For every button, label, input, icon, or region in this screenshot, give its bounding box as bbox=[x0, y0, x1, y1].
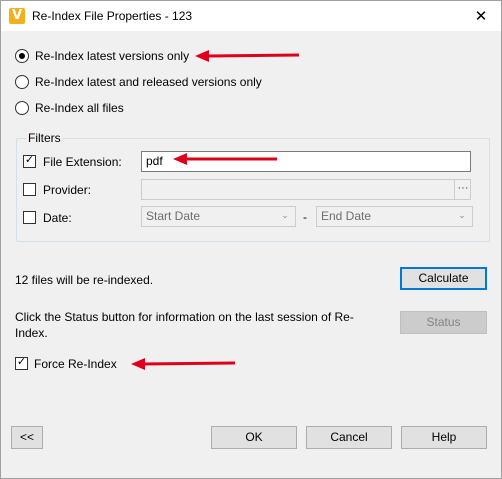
title-bar: V Re-Index File Properties - 123 ✕ bbox=[1, 1, 501, 31]
radio-all-files-label[interactable]: Re-Index all files bbox=[35, 101, 124, 115]
check-icon: ✓ bbox=[24, 153, 35, 166]
force-reindex-checkbox[interactable]: ✓ bbox=[15, 355, 28, 370]
vault-app-icon: V bbox=[9, 8, 25, 24]
force-reindex-label[interactable]: Force Re-Index bbox=[34, 357, 117, 371]
date-checkbox[interactable] bbox=[23, 211, 36, 224]
radio-latest-versions[interactable] bbox=[15, 49, 29, 63]
end-date-dropdown[interactable]: End Date ⌄ bbox=[316, 206, 473, 227]
reindex-dialog: V Re-Index File Properties - 123 ✕ Re-In… bbox=[0, 0, 502, 479]
annotation-arrow-icon bbox=[195, 50, 300, 62]
end-date-placeholder: End Date bbox=[321, 209, 372, 223]
status-button[interactable]: Status bbox=[400, 311, 487, 334]
provider-checkbox[interactable] bbox=[23, 183, 36, 196]
check-icon: ✓ bbox=[16, 355, 27, 368]
annotation-arrow-icon bbox=[173, 153, 277, 165]
filters-group-title: Filters bbox=[26, 131, 63, 145]
ok-button[interactable]: OK bbox=[211, 426, 297, 449]
help-button[interactable]: Help bbox=[401, 426, 487, 449]
annotation-arrow-icon bbox=[131, 358, 236, 370]
provider-input[interactable] bbox=[141, 179, 471, 200]
chevron-down-icon: ⌄ bbox=[458, 211, 466, 221]
chevron-down-icon: ⌄ bbox=[281, 211, 289, 221]
status-info-message: Click the Status button for information … bbox=[15, 310, 354, 340]
start-date-dropdown[interactable]: Start Date ⌄ bbox=[141, 206, 296, 227]
radio-latest-released-label[interactable]: Re-Index latest and released versions on… bbox=[35, 75, 262, 89]
radio-latest-versions-label[interactable]: Re-Index latest versions only bbox=[35, 49, 189, 63]
date-range-separator: - bbox=[303, 210, 307, 224]
date-label: Date: bbox=[43, 211, 72, 225]
collapse-button[interactable]: << bbox=[11, 426, 43, 449]
file-extension-label: File Extension: bbox=[43, 155, 122, 169]
radio-all-files[interactable] bbox=[15, 101, 29, 115]
provider-browse-button[interactable]: ··· bbox=[454, 180, 471, 199]
calculate-button[interactable]: Calculate bbox=[400, 267, 487, 290]
file-extension-checkbox[interactable]: ✓ bbox=[23, 153, 36, 168]
start-date-placeholder: Start Date bbox=[146, 209, 201, 223]
files-count-message: 12 files will be re-indexed. bbox=[15, 273, 154, 287]
close-button[interactable]: ✕ bbox=[461, 1, 501, 31]
radio-latest-released[interactable] bbox=[15, 75, 29, 89]
provider-label: Provider: bbox=[43, 183, 92, 197]
window-title: Re-Index File Properties - 123 bbox=[32, 9, 193, 23]
cancel-button[interactable]: Cancel bbox=[306, 426, 392, 449]
